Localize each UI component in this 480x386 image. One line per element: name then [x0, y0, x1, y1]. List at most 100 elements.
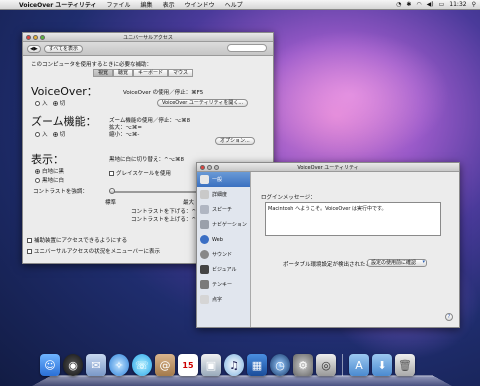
- bluetooth-icon[interactable]: ✱: [406, 1, 411, 8]
- contrast-slider-knob[interactable]: [109, 188, 115, 194]
- portable-prefs-popup[interactable]: 設定の使用前に確認: [367, 259, 428, 267]
- battery-icon[interactable]: ▭: [439, 1, 445, 8]
- zoom-button[interactable]: [40, 35, 45, 40]
- sidebar-item-web[interactable]: Web: [197, 232, 250, 247]
- sidebar-item-navigation[interactable]: ナビゲーション: [197, 217, 250, 232]
- vo-minimize-button[interactable]: [207, 165, 212, 170]
- show-all-button[interactable]: すべてを表示: [43, 44, 84, 53]
- dashboard-icon[interactable]: ◉: [63, 354, 83, 376]
- spaces-icon[interactable]: ▦: [247, 354, 267, 376]
- zoom-off-label: 切: [59, 132, 66, 138]
- minimize-button[interactable]: [33, 35, 38, 40]
- menu-help[interactable]: ヘルプ: [220, 0, 248, 9]
- speech-icon: [200, 205, 209, 214]
- tab-mouse[interactable]: マウス: [168, 69, 194, 77]
- tab-seeing[interactable]: 視覚: [93, 69, 114, 77]
- vo-titlebar[interactable]: VoiceOver ユーティリティ: [197, 163, 459, 172]
- downloads-folder-icon[interactable]: ⬇: [372, 354, 392, 376]
- sound-icon: [200, 250, 209, 259]
- volume-icon[interactable]: ◀): [427, 1, 434, 8]
- black-on-white-label: 黒地に白: [42, 178, 65, 184]
- web-icon: [200, 235, 209, 244]
- contrast-normal-label: 標準: [105, 200, 117, 206]
- open-voiceover-utility-button[interactable]: VoiceOver ユーティリティを開く...: [157, 99, 249, 107]
- white-on-black-label: 白地に黒: [42, 169, 65, 175]
- login-message-field[interactable]: Macintosh へようこそ。VoiceOver は実行中です。: [265, 202, 441, 236]
- contrast-max-label: 最大: [183, 200, 195, 206]
- system-preferences-icon[interactable]: ⚙: [293, 354, 313, 376]
- zoom-options-button[interactable]: オプション...: [215, 137, 255, 145]
- voiceover-utility-window: VoiceOver ユーティリティ 一般 詳細度 スピーチ ナビゲーション We…: [196, 162, 460, 328]
- voiceover-on-radio[interactable]: [35, 101, 40, 106]
- ua-window-title: ユニバーサルアクセス: [123, 34, 173, 41]
- vo-window-title: VoiceOver ユーティリティ: [297, 164, 359, 171]
- sidebar-item-numpad[interactable]: テンキー: [197, 277, 250, 292]
- grayscale-checkbox[interactable]: [109, 171, 114, 176]
- address-book-icon[interactable]: @: [155, 354, 175, 376]
- intro-text: このコンピュータを使用するときに必要な補助：: [31, 62, 153, 68]
- black-on-white-radio[interactable]: [35, 178, 40, 183]
- preview-icon[interactable]: ▣: [201, 354, 221, 376]
- ua-titlebar[interactable]: ユニバーサルアクセス: [23, 33, 273, 42]
- trash-icon[interactable]: 🗑: [395, 354, 415, 376]
- voiceover-heading: VoiceOver：: [31, 85, 98, 98]
- wifi-icon[interactable]: ◠: [416, 1, 421, 8]
- menu-status-checkbox[interactable]: [27, 249, 32, 254]
- voiceover-on-label: 入: [42, 101, 48, 107]
- menu-app-name[interactable]: VoiceOver ユーティリティ: [14, 0, 102, 9]
- tab-keyboard[interactable]: キーボード: [133, 69, 169, 77]
- grayscale-label: グレイスケールを使用: [116, 171, 171, 177]
- assistive-devices-label: 補助装置にアクセスできるようにする: [34, 238, 128, 244]
- voiceover-utility-icon[interactable]: ◎: [316, 354, 336, 376]
- sidebar-item-speech[interactable]: スピーチ: [197, 202, 250, 217]
- time-machine-icon[interactable]: ◷: [270, 354, 290, 376]
- safari-icon[interactable]: ✧: [109, 354, 129, 376]
- sidebar-item-braille[interactable]: 点字: [197, 292, 250, 307]
- menu-view[interactable]: 表示: [158, 0, 180, 9]
- verbosity-icon: [200, 190, 209, 199]
- finder-icon[interactable]: ☺: [40, 354, 60, 376]
- invert-shortcut: 黒地に白に切り替え：^⌥⌘8: [109, 157, 184, 163]
- clock[interactable]: 11:32: [449, 1, 466, 8]
- time-machine-menu-icon[interactable]: ◔: [396, 1, 401, 8]
- tab-bar: 視覚 聴覚 キーボード マウス: [93, 69, 194, 77]
- menu-file[interactable]: ファイル: [102, 0, 136, 9]
- contrast-label: コントラストを強調：: [33, 189, 88, 195]
- back-forward-button[interactable]: ◀▶: [27, 44, 41, 53]
- ichat-icon[interactable]: ☏: [132, 354, 152, 376]
- sidebar-item-sound[interactable]: サウンド: [197, 247, 250, 262]
- close-button[interactable]: [26, 35, 31, 40]
- applications-folder-icon[interactable]: A: [349, 354, 369, 376]
- white-on-black-radio[interactable]: [35, 169, 40, 174]
- login-message-text: Macintosh へようこそ。VoiceOver は実行中です。: [268, 206, 387, 212]
- tab-hearing[interactable]: 聴覚: [113, 69, 134, 77]
- dock-shelf: [32, 375, 452, 386]
- menu-edit[interactable]: 編集: [136, 0, 158, 9]
- menu-status-label: ユニバーサルアクセスの状況をメニューバーに表示: [34, 249, 161, 255]
- spotlight-icon[interactable]: ⚲: [472, 1, 476, 8]
- zoom-off-radio[interactable]: [52, 132, 58, 137]
- navigation-icon: [200, 220, 209, 229]
- numpad-icon: [200, 280, 209, 289]
- braille-icon: [200, 295, 209, 304]
- mail-icon[interactable]: ✉: [86, 354, 106, 376]
- sidebar-item-verbosity[interactable]: 詳細度: [197, 187, 250, 202]
- vo-zoom-button[interactable]: [214, 165, 219, 170]
- general-icon: [200, 175, 209, 184]
- itunes-icon[interactable]: ♫: [224, 354, 244, 376]
- voiceover-off-radio[interactable]: [52, 101, 58, 106]
- help-button[interactable]: ?: [445, 313, 453, 321]
- sidebar-item-visuals[interactable]: ビジュアル: [197, 262, 250, 277]
- dock: ☺ ◉ ✉ ✧ ☏ @ 15 ▣ ♫ ▦ ◷ ⚙ ◎ A ⬇ 🗑: [32, 354, 452, 386]
- assistive-devices-checkbox[interactable]: [27, 238, 32, 243]
- voiceover-shortcut: VoiceOver の使用／停止：⌘F5: [123, 90, 204, 96]
- login-message-label: ログインメッセージ：: [261, 195, 316, 201]
- zoom-on-radio[interactable]: [35, 132, 40, 137]
- search-field[interactable]: [227, 44, 267, 52]
- ical-icon[interactable]: 15: [178, 354, 198, 376]
- sidebar-item-general[interactable]: 一般: [197, 172, 250, 187]
- zoom-out-shortcut: 縮小：⌥⌘-: [109, 132, 140, 138]
- vo-close-button[interactable]: [200, 165, 205, 170]
- menu-window[interactable]: ウインドウ: [180, 0, 220, 9]
- visuals-icon: [200, 265, 209, 274]
